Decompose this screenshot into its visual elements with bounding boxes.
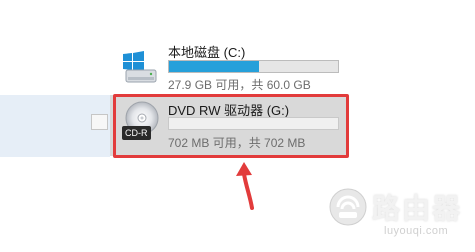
drive-c-size-text: 27.9 GB 可用，共 60.0 GB: [168, 78, 311, 92]
watermark: 路由器 luyouqi.com: [328, 183, 473, 245]
file-explorer-drives-view: 本地磁盘 (C:) 27.9 GB 可用，共 60.0 GB CD-R DVD …: [0, 0, 475, 252]
watermark-url: luyouqi.com: [384, 225, 449, 237]
adjacent-drive-bar-edge: [91, 114, 108, 130]
watermark-title: 路由器: [372, 192, 463, 225]
drive-c-usage-bar: [168, 60, 339, 73]
drive-c-name: 本地磁盘 (C:): [168, 45, 246, 60]
red-highlight-box: [113, 94, 349, 158]
drive-c-usage-fill: [169, 61, 260, 72]
router-logo-icon: [329, 188, 367, 226]
windows-hdd-icon: [120, 48, 160, 88]
red-arrow-icon: [236, 162, 254, 210]
